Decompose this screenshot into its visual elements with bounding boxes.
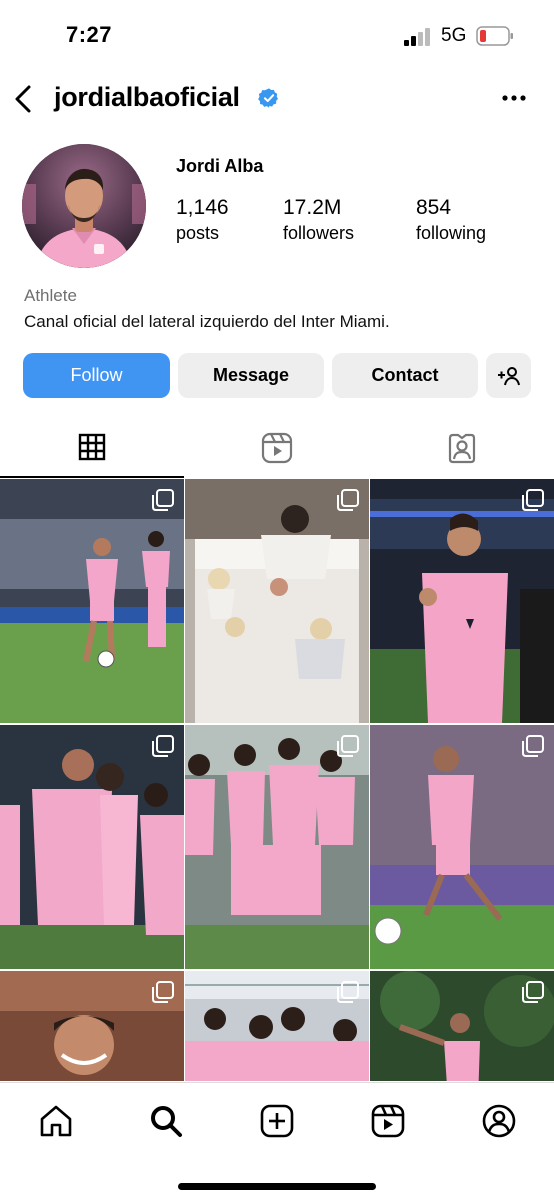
follow-button[interactable]: Follow [23, 353, 170, 398]
back-button[interactable] [8, 82, 38, 116]
status-time: 7:27 [66, 22, 113, 47]
tab-tagged[interactable] [370, 418, 554, 478]
suggested-accounts-button[interactable] [486, 353, 531, 398]
post-image [370, 725, 554, 969]
signal-strength-icon [404, 28, 430, 46]
post-image [370, 479, 554, 723]
profile-full-name: Jordi Alba [176, 156, 264, 176]
post-thumbnail-7[interactable] [0, 971, 184, 1081]
nav-profile[interactable] [479, 1101, 519, 1141]
profile-username: jordialbaoficial [54, 82, 240, 112]
followers-count-label: followers [283, 223, 355, 243]
followers-count[interactable]: 17.2M followers [283, 196, 354, 244]
tab-posts[interactable] [0, 418, 184, 478]
post-thumbnail-4[interactable] [0, 725, 184, 969]
profile-tabs [0, 418, 554, 478]
bottom-navigation [0, 1082, 554, 1200]
following-count-value: 854 [416, 196, 452, 219]
post-thumbnail-6[interactable] [370, 725, 554, 969]
posts-count-value: 1,146 [176, 196, 229, 219]
followers-count-value: 17.2M [283, 196, 342, 219]
multiple-images-icon [337, 981, 359, 1003]
home-icon [40, 1105, 72, 1137]
post-thumbnail-1[interactable] [0, 479, 184, 723]
profile-bio: Canal oficial del lateral izquierdo del … [24, 312, 390, 331]
battery-icon [476, 26, 513, 46]
profile-category: Athlete [24, 286, 77, 305]
more-options-button[interactable] [498, 86, 530, 110]
following-count-label: following [416, 223, 487, 243]
multiple-images-icon [152, 981, 174, 1003]
posts-grid [0, 479, 554, 1081]
reels-icon [261, 432, 293, 464]
multiple-images-icon [152, 735, 174, 757]
contact-button[interactable]: Contact [332, 353, 478, 398]
verified-badge-icon [258, 88, 278, 108]
posts-count[interactable]: 1,146 posts [176, 196, 229, 244]
post-image [0, 725, 184, 969]
post-image [0, 479, 184, 723]
search-icon [151, 1106, 182, 1137]
create-post-icon [260, 1104, 294, 1138]
add-person-icon [497, 366, 520, 385]
network-type: 5G [441, 25, 467, 46]
following-count[interactable]: 854 following [416, 196, 486, 244]
multiple-images-icon [522, 981, 544, 1003]
multiple-images-icon [337, 489, 359, 511]
nav-search[interactable] [146, 1101, 186, 1141]
chevron-left-icon [15, 85, 31, 113]
home-indicator [178, 1183, 376, 1190]
nav-reels[interactable] [368, 1101, 408, 1141]
multiple-images-icon [522, 489, 544, 511]
avatar-photo [22, 144, 146, 268]
profile-avatar[interactable] [22, 144, 146, 268]
posts-count-label: posts [176, 223, 220, 243]
grid-icon [78, 433, 106, 461]
message-button[interactable]: Message [178, 353, 324, 398]
post-image [185, 725, 369, 969]
post-thumbnail-3[interactable] [370, 479, 554, 723]
status-bar: 7:27 5G [0, 0, 554, 70]
profile-icon [482, 1104, 516, 1138]
profile-header: jordialbaoficial [0, 74, 554, 124]
post-thumbnail-8[interactable] [185, 971, 369, 1081]
nav-home[interactable] [36, 1101, 76, 1141]
multiple-images-icon [522, 735, 544, 757]
multiple-images-icon [337, 735, 359, 757]
post-thumbnail-5[interactable] [185, 725, 369, 969]
multiple-images-icon [152, 489, 174, 511]
post-image [185, 479, 369, 723]
reels-icon [371, 1104, 405, 1138]
tagged-person-icon [448, 433, 476, 464]
tab-reels[interactable] [185, 418, 369, 478]
post-thumbnail-2[interactable] [185, 479, 369, 723]
post-thumbnail-9[interactable] [370, 971, 554, 1081]
nav-create[interactable] [257, 1101, 297, 1141]
